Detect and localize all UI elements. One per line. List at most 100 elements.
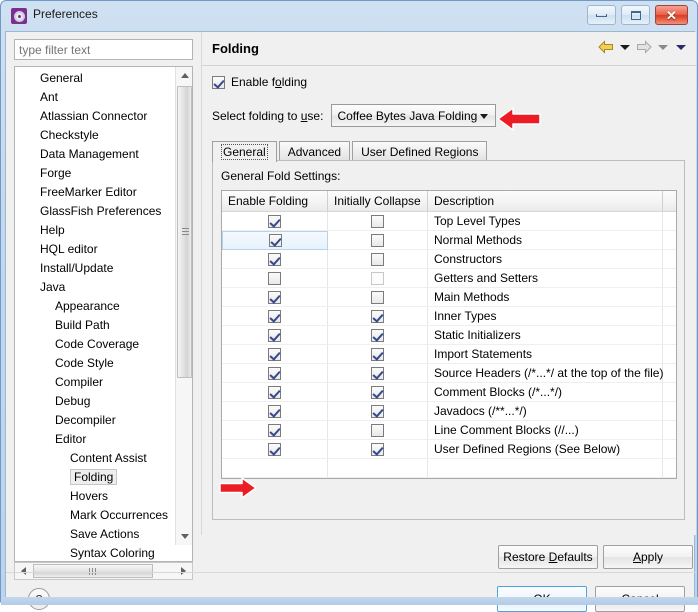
table-row[interactable]: Static Initializers <box>222 326 676 345</box>
sidebar-item-appearance[interactable]: Appearance <box>15 297 175 316</box>
cell-enable-folding[interactable] <box>222 288 328 306</box>
restore-defaults-button[interactable]: Restore Defaults <box>498 545 598 569</box>
filter-input[interactable] <box>14 39 193 60</box>
maximize-button[interactable] <box>621 5 650 25</box>
cell-enable-folding[interactable] <box>222 364 328 382</box>
table-row[interactable]: Javadocs (/**...*/) <box>222 402 676 421</box>
sidebar-item-build-path[interactable]: Build Path <box>15 316 175 335</box>
cell-initially-collapse[interactable] <box>328 402 428 420</box>
sidebar-item-freemarker-editor[interactable]: FreeMarker Editor <box>15 183 175 202</box>
tree-vertical-scrollbar[interactable] <box>175 67 192 545</box>
sidebar-item-content-assist[interactable]: Content Assist <box>15 449 175 468</box>
view-menu-icon[interactable] <box>676 44 686 50</box>
apply-button[interactable]: Apply <box>603 545 693 569</box>
back-arrow-icon[interactable] <box>598 40 614 54</box>
sidebar-item-hovers[interactable]: Hovers <box>15 487 175 506</box>
table-row[interactable]: Line Comment Blocks (//...) <box>222 421 676 440</box>
cell-initially-collapse[interactable] <box>328 250 428 268</box>
sidebar-item-install-update[interactable]: Install/Update <box>15 259 175 278</box>
column-header-description[interactable]: Description <box>428 191 663 211</box>
cell-enable-folding[interactable] <box>222 231 328 250</box>
sidebar-item-hql-editor[interactable]: HQL editor <box>15 240 175 259</box>
column-header-extra[interactable] <box>663 191 676 211</box>
cell-initially-collapse[interactable] <box>328 345 428 363</box>
initially-collapse-checkbox[interactable] <box>371 442 384 456</box>
sidebar-item-data-management[interactable]: Data Management <box>15 145 175 164</box>
cell-initially-collapse[interactable] <box>328 383 428 401</box>
enable-folding-checkbox[interactable] <box>268 290 281 304</box>
sidebar-item-editor[interactable]: Editor <box>15 430 175 449</box>
close-button[interactable]: ✕ <box>655 5 688 25</box>
initially-collapse-checkbox[interactable] <box>371 423 384 437</box>
minimize-button[interactable] <box>587 5 616 25</box>
table-row[interactable]: Main Methods <box>222 288 676 307</box>
cell-initially-collapse[interactable] <box>328 231 428 249</box>
sidebar-item-save-actions[interactable]: Save Actions <box>15 525 175 544</box>
table-row[interactable]: Top Level Types <box>222 212 676 231</box>
initially-collapse-checkbox[interactable] <box>371 347 384 361</box>
cell-enable-folding[interactable] <box>222 345 328 363</box>
initially-collapse-checkbox[interactable] <box>371 404 384 418</box>
sidebar-item-ant[interactable]: Ant <box>15 88 175 107</box>
scroll-right-icon[interactable] <box>175 563 192 579</box>
sidebar-item-folding[interactable]: Folding <box>15 468 175 487</box>
scroll-up-icon[interactable] <box>176 67 192 84</box>
enable-folding-checkbox[interactable] <box>268 328 281 342</box>
cell-initially-collapse[interactable] <box>328 269 428 287</box>
enable-folding-checkbox[interactable] <box>268 309 281 323</box>
enable-folding-checkbox[interactable] <box>268 366 281 380</box>
cell-enable-folding[interactable] <box>222 383 328 401</box>
sidebar-item-forge[interactable]: Forge <box>15 164 175 183</box>
cell-enable-folding[interactable] <box>222 269 328 287</box>
tree-horizontal-scrollbar[interactable] <box>14 562 193 580</box>
sidebar-item-code-style[interactable]: Code Style <box>15 354 175 373</box>
sidebar-item-java[interactable]: Java <box>15 278 175 297</box>
initially-collapse-checkbox[interactable] <box>371 252 384 266</box>
sidebar-item-atlassian-connector[interactable]: Atlassian Connector <box>15 107 175 126</box>
table-row[interactable]: Constructors <box>222 250 676 269</box>
cell-enable-folding[interactable] <box>222 212 328 230</box>
initially-collapse-checkbox[interactable] <box>371 366 384 380</box>
folding-provider-select[interactable]: Coffee Bytes Java Folding <box>331 104 497 127</box>
enable-folding-checkbox[interactable] <box>268 423 281 437</box>
table-row[interactable]: Import Statements <box>222 345 676 364</box>
enable-folding-checkbox[interactable] <box>268 442 281 456</box>
back-dropdown-icon[interactable] <box>620 44 630 50</box>
cell-initially-collapse[interactable] <box>328 364 428 382</box>
table-row[interactable]: Normal Methods <box>222 231 676 250</box>
tab-general[interactable]: General <box>212 141 277 162</box>
enable-folding-checkbox[interactable] <box>212 75 225 89</box>
initially-collapse-checkbox[interactable] <box>371 233 384 247</box>
cell-enable-folding[interactable] <box>222 459 328 477</box>
enable-folding-row[interactable]: Enable folding <box>212 75 307 89</box>
tree-scroll-thumb[interactable] <box>177 86 192 378</box>
cell-enable-folding[interactable] <box>222 440 328 458</box>
sidebar-item-syntax-coloring[interactable]: Syntax Coloring <box>15 544 175 561</box>
cell-enable-folding[interactable] <box>222 402 328 420</box>
cell-enable-folding[interactable] <box>222 326 328 344</box>
table-row[interactable]: Source Headers (/*...*/ at the top of th… <box>222 364 676 383</box>
tab-user-defined-regions[interactable]: User Defined Regions <box>352 141 488 162</box>
cell-initially-collapse[interactable] <box>328 440 428 458</box>
cell-initially-collapse[interactable] <box>328 288 428 306</box>
cell-enable-folding[interactable] <box>222 250 328 268</box>
enable-folding-checkbox[interactable] <box>268 214 281 228</box>
sidebar-item-glassfish-preferences[interactable]: GlassFish Preferences <box>15 202 175 221</box>
fold-settings-table[interactable]: Enable Folding Initially Collapse Descri… <box>221 190 677 479</box>
cell-enable-folding[interactable] <box>222 421 328 439</box>
table-row[interactable]: User Defined Regions (See Below) <box>222 440 676 459</box>
cell-enable-folding[interactable] <box>222 307 328 325</box>
cell-initially-collapse[interactable] <box>328 421 428 439</box>
initially-collapse-checkbox[interactable] <box>371 271 384 285</box>
initially-collapse-checkbox[interactable] <box>371 214 384 228</box>
table-row[interactable]: Getters and Setters <box>222 269 676 288</box>
scroll-down-icon[interactable] <box>176 528 192 545</box>
table-row[interactable]: Inner Types <box>222 307 676 326</box>
initially-collapse-checkbox[interactable] <box>371 290 384 304</box>
scroll-left-icon[interactable] <box>15 563 32 579</box>
sidebar-item-checkstyle[interactable]: Checkstyle <box>15 126 175 145</box>
sidebar-item-debug[interactable]: Debug <box>15 392 175 411</box>
tree-hscroll-thumb[interactable] <box>33 564 153 578</box>
cell-initially-collapse[interactable] <box>328 459 428 477</box>
enable-folding-checkbox[interactable] <box>268 385 281 399</box>
